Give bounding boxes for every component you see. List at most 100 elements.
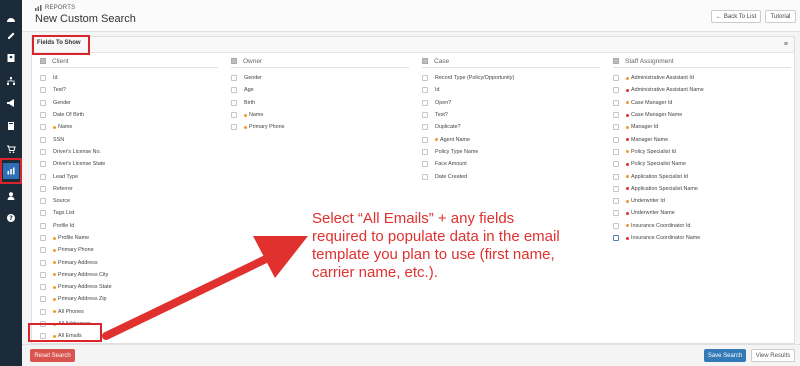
field-checkbox[interactable]	[613, 112, 619, 119]
tutorial-button[interactable]: Tutorial	[765, 10, 796, 23]
field-row[interactable]: Policy Type Name	[422, 146, 600, 158]
field-checkbox[interactable]	[613, 75, 619, 82]
field-checkbox[interactable]	[613, 87, 619, 94]
field-row[interactable]: Gender	[231, 72, 409, 84]
field-row[interactable]: Date Of Birth	[40, 109, 218, 121]
field-row[interactable]: Record Type (Policy/Opportunity)	[422, 72, 600, 84]
field-row[interactable]: Underwriter Name	[613, 207, 791, 219]
field-row[interactable]: Policy Specialist Id	[613, 146, 791, 158]
field-checkbox[interactable]	[40, 148, 46, 155]
field-checkbox[interactable]	[613, 210, 619, 217]
field-checkbox[interactable]	[231, 99, 237, 106]
field-row[interactable]: Date Created	[422, 170, 600, 182]
field-row[interactable]: Manager Name	[613, 133, 791, 145]
field-checkbox[interactable]	[40, 185, 46, 192]
save-search-button[interactable]: Save Search	[704, 349, 746, 362]
field-checkbox[interactable]	[613, 222, 619, 229]
field-row[interactable]: Insurance Coordinator Id	[613, 220, 791, 232]
field-checkbox[interactable]	[40, 284, 46, 291]
field-row[interactable]: Age	[231, 84, 409, 96]
field-row[interactable]: Test?	[422, 109, 600, 121]
field-row[interactable]: Id	[40, 72, 218, 84]
field-checkbox[interactable]	[40, 136, 46, 143]
field-checkbox[interactable]	[40, 259, 46, 266]
field-row[interactable]: Case Manager Name	[613, 109, 791, 121]
field-row[interactable]: Lead Type	[40, 170, 218, 182]
reset-search-button[interactable]: Reset Search	[30, 349, 75, 362]
select-all-checkbox[interactable]	[613, 58, 619, 64]
field-row[interactable]: Administrative Assistant Id	[613, 72, 791, 84]
user-icon[interactable]	[3, 189, 19, 203]
org-chart-icon[interactable]	[3, 74, 19, 88]
field-checkbox[interactable]	[613, 99, 619, 106]
field-row[interactable]: Administrative Assistant Name	[613, 84, 791, 96]
field-checkbox[interactable]	[422, 87, 428, 94]
field-row[interactable]: Face Amount	[422, 158, 600, 170]
menu-icon[interactable]: ≡	[784, 41, 788, 48]
field-row[interactable]: Application Specialist Name	[613, 183, 791, 195]
field-checkbox[interactable]	[40, 271, 46, 278]
field-row[interactable]: Primary Phone	[231, 121, 409, 133]
contacts-icon[interactable]	[3, 51, 19, 65]
field-row[interactable]: Insurance Coordinator Name	[613, 232, 791, 244]
field-checkbox[interactable]	[40, 173, 46, 180]
field-checkbox[interactable]	[422, 161, 428, 168]
field-checkbox[interactable]	[422, 112, 428, 119]
field-checkbox[interactable]	[231, 87, 237, 94]
field-checkbox[interactable]	[422, 148, 428, 155]
field-row[interactable]: Primary Address State	[40, 281, 218, 293]
field-row[interactable]: Underwriter Id	[613, 195, 791, 207]
field-row[interactable]: Manager Id	[613, 121, 791, 133]
megaphone-icon[interactable]	[3, 96, 19, 110]
field-row[interactable]: Tags List	[40, 207, 218, 219]
field-checkbox[interactable]	[613, 185, 619, 192]
breadcrumb-label[interactable]: REPORTS	[45, 5, 75, 11]
field-row[interactable]: Birth	[231, 97, 409, 109]
field-row[interactable]: Case Manager Id	[613, 97, 791, 109]
select-all-checkbox[interactable]	[231, 58, 237, 64]
field-row[interactable]: Gender	[40, 97, 218, 109]
field-checkbox[interactable]	[422, 136, 428, 143]
view-results-button[interactable]: View Results	[751, 349, 795, 362]
field-checkbox[interactable]	[422, 173, 428, 180]
field-checkbox[interactable]	[40, 124, 46, 131]
field-row[interactable]: Primary Address	[40, 256, 218, 268]
field-checkbox[interactable]	[40, 112, 46, 119]
field-row[interactable]: Duplicate?	[422, 121, 600, 133]
field-checkbox[interactable]	[231, 124, 237, 131]
field-checkbox[interactable]	[613, 124, 619, 131]
field-checkbox[interactable]	[40, 235, 46, 241]
field-row[interactable]: Profile Name	[40, 232, 218, 244]
cart-icon[interactable]	[3, 142, 19, 156]
field-row[interactable]: Source	[40, 195, 218, 207]
field-row[interactable]: Primary Address Zip	[40, 293, 218, 305]
edit-icon[interactable]	[3, 29, 19, 43]
field-checkbox[interactable]	[422, 124, 428, 131]
field-checkbox[interactable]	[613, 136, 619, 143]
help-icon[interactable]: ?	[3, 211, 19, 225]
field-checkbox[interactable]	[40, 99, 46, 106]
field-checkbox[interactable]	[40, 75, 46, 82]
field-checkbox[interactable]	[40, 198, 46, 205]
field-row[interactable]: Agent Name	[422, 133, 600, 145]
field-row[interactable]: Driver's License No.	[40, 146, 218, 158]
field-row[interactable]: Name	[231, 109, 409, 121]
field-checkbox[interactable]	[422, 99, 428, 106]
field-row[interactable]: Policy Specialist Name	[613, 158, 791, 170]
field-checkbox[interactable]	[40, 210, 46, 217]
dashboard-icon[interactable]	[3, 13, 19, 27]
field-row[interactable]: Name	[40, 121, 218, 133]
field-row[interactable]: Primary Address City	[40, 269, 218, 281]
field-checkbox[interactable]	[40, 87, 46, 94]
field-row[interactable]: Application Specialist Id	[613, 170, 791, 182]
field-row[interactable]: Test?	[40, 84, 218, 96]
book-icon[interactable]	[3, 119, 19, 133]
field-checkbox[interactable]	[613, 173, 619, 180]
field-checkbox[interactable]	[231, 112, 237, 119]
field-row[interactable]: SSN	[40, 133, 218, 145]
field-checkbox[interactable]	[613, 148, 619, 155]
field-checkbox[interactable]	[40, 308, 46, 315]
field-row[interactable]: Profile Id	[40, 220, 218, 232]
field-row[interactable]: All Phones	[40, 306, 218, 318]
field-checkbox[interactable]	[40, 247, 46, 254]
